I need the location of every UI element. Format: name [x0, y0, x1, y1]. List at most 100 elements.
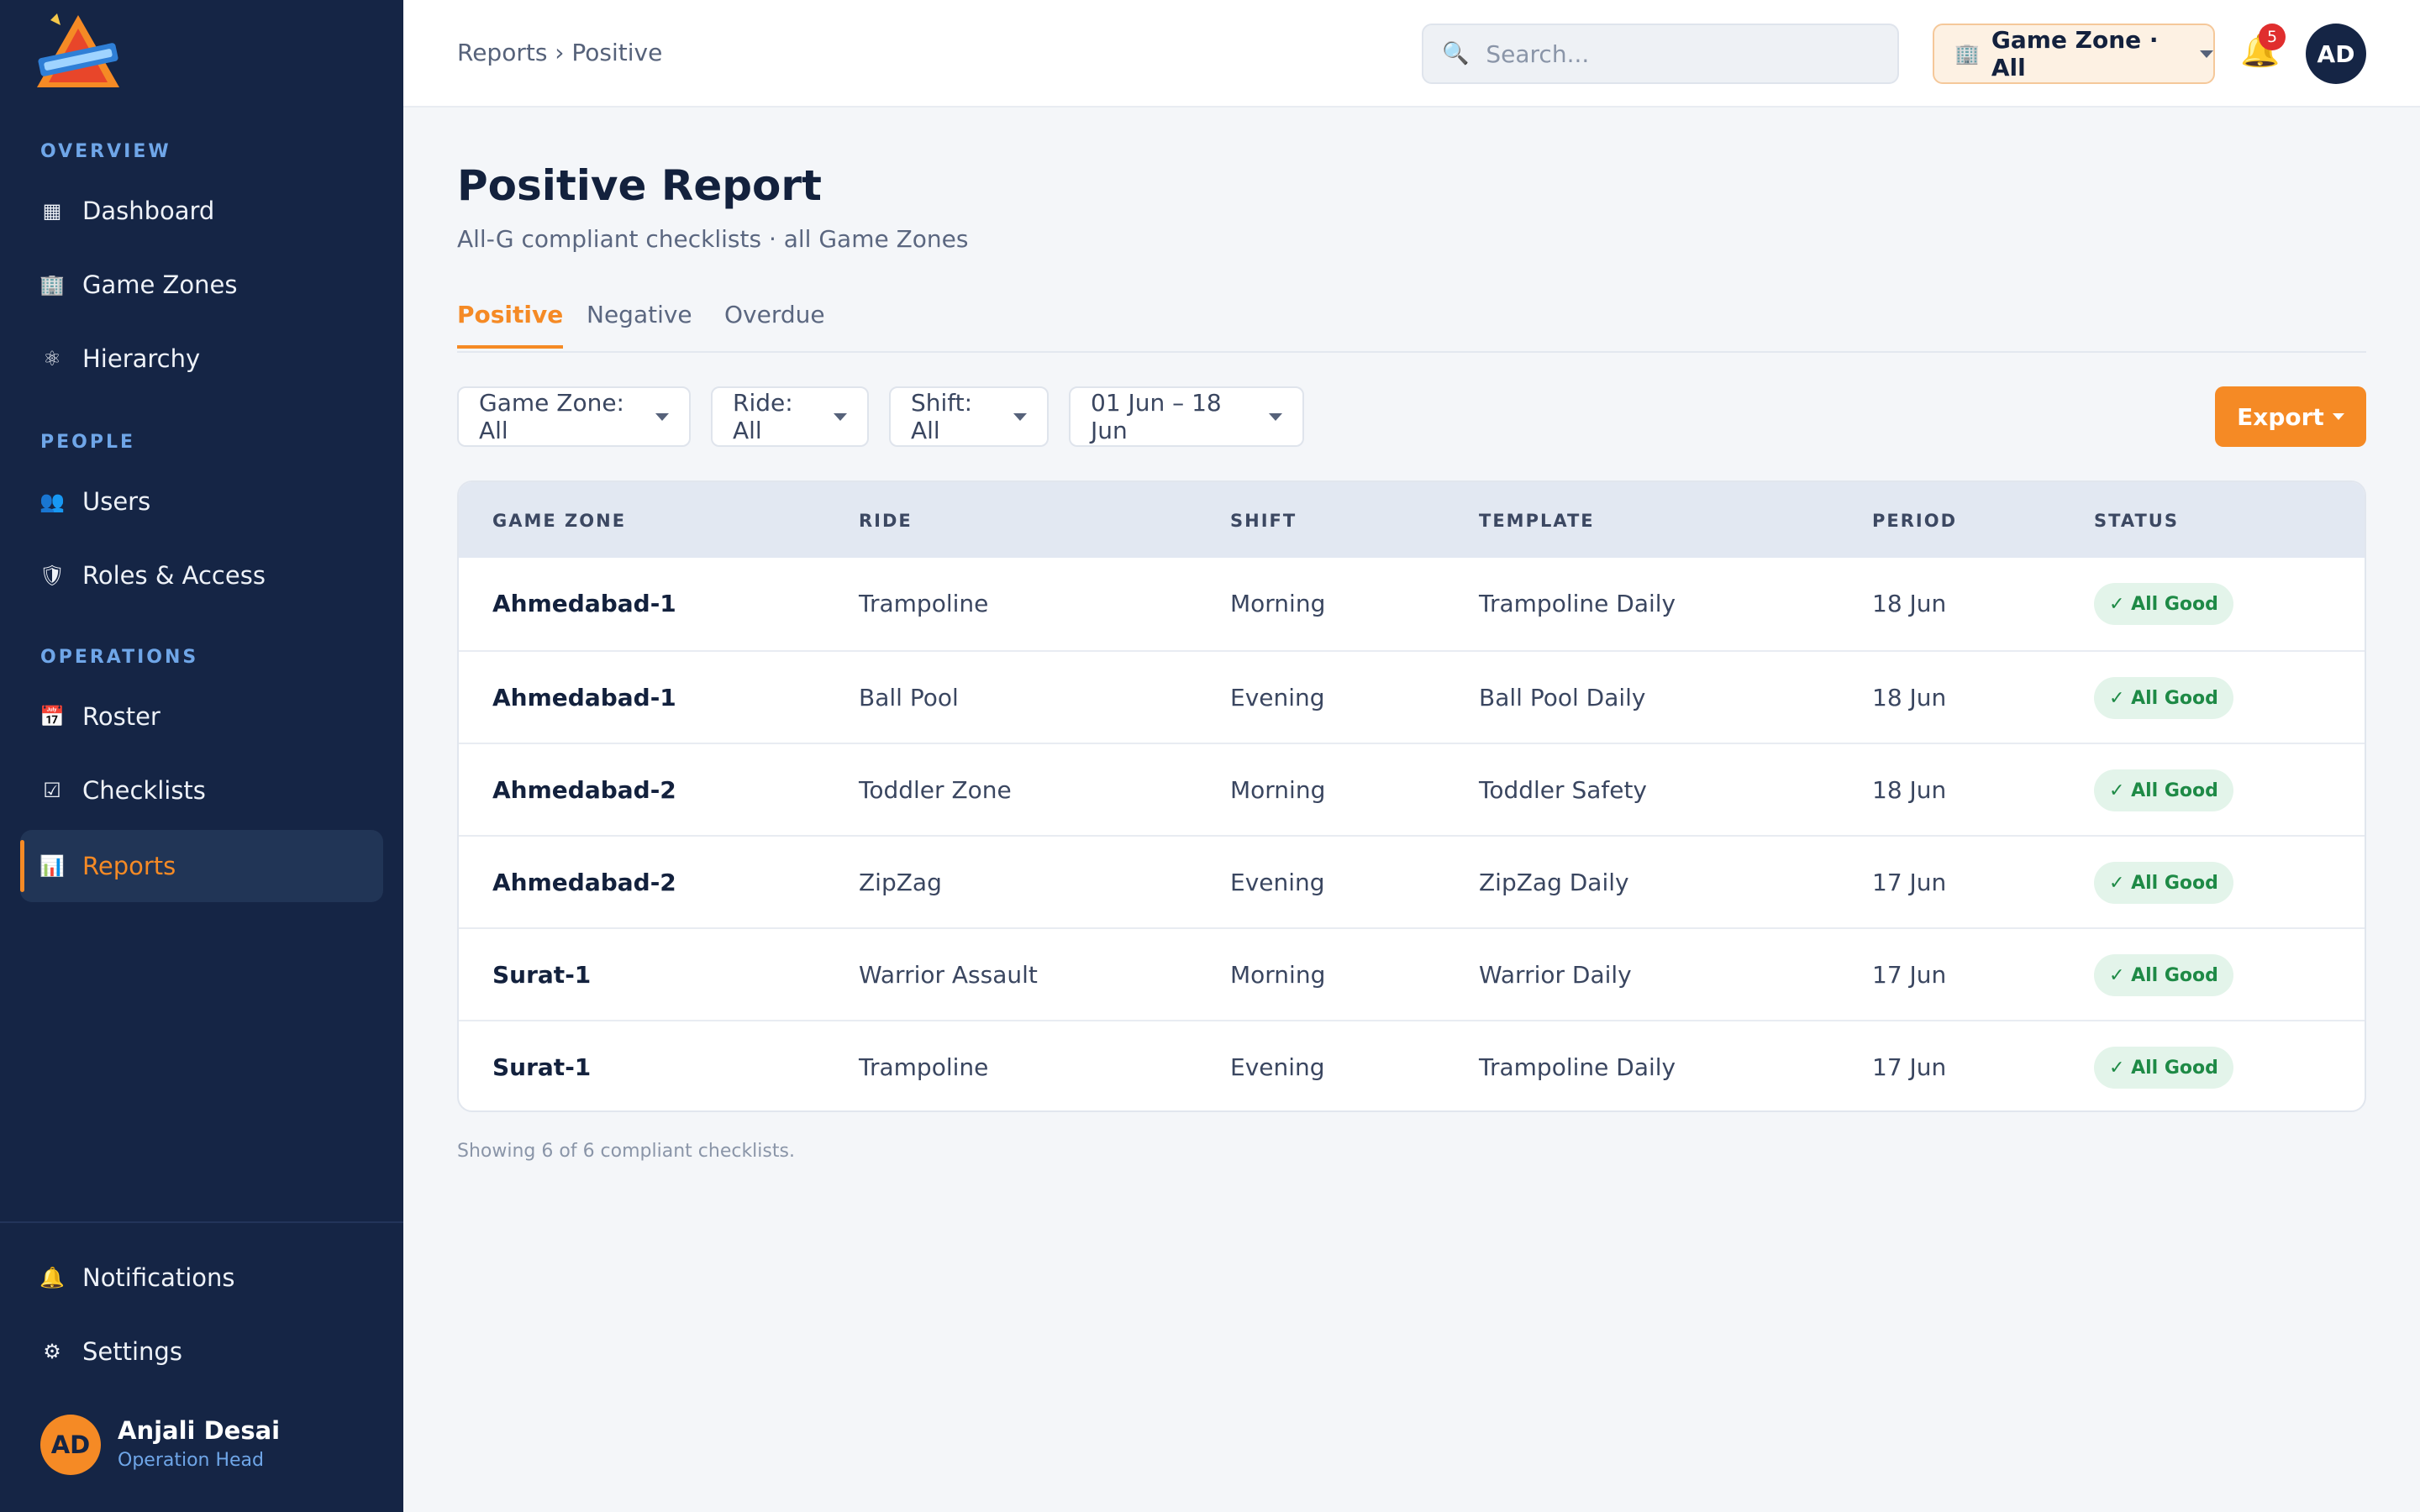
calendar-icon: 📅: [39, 705, 65, 728]
user-name: Anjali Desai: [118, 1416, 281, 1445]
table-row[interactable]: Ahmedabad-1 Ball Pool Evening Ball Pool …: [459, 650, 2365, 743]
shield-icon: 🛡: [39, 564, 66, 587]
table-header: GAME ZONE RIDE SHIFT TEMPLATE PERIOD STA…: [459, 482, 2365, 558]
cell-shift: Evening: [1230, 869, 1325, 896]
hierarchy-icon: ⚛: [43, 347, 61, 370]
bell-icon: 🔔: [39, 1266, 65, 1289]
status-badge: ✓ All Good: [2094, 954, 2233, 996]
cell-template: Warrior Daily: [1479, 961, 1632, 989]
column-header[interactable]: SHIFT: [1230, 511, 1297, 531]
sidebar-item-settings[interactable]: ⚙ Settings: [20, 1315, 383, 1388]
chevron-down-icon: [2332, 413, 2344, 420]
sidebar-item-dashboard[interactable]: ▦ Dashboard: [20, 175, 383, 247]
sidebar-item-label: Users: [82, 487, 151, 516]
cell-game-zone: Surat-1: [492, 961, 592, 989]
search-box[interactable]: 🔍: [1422, 24, 1899, 84]
chevron-down-icon: [834, 412, 847, 421]
table-footer-note: Showing 6 of 6 compliant checklists.: [457, 1141, 795, 1162]
cell-ride: Warrior Assault: [859, 961, 1038, 989]
section-title-people: PEOPLE: [40, 432, 136, 453]
tab-positive[interactable]: Positive: [457, 301, 564, 349]
status-badge: ✓ All Good: [2094, 1047, 2233, 1089]
sidebar-item-label: Game Zones: [82, 270, 238, 299]
sidebar-item-notifications[interactable]: 🔔 Notifications: [20, 1242, 383, 1314]
filter-shift[interactable]: Shift: All: [889, 386, 1049, 447]
filter-label: Shift: All: [911, 389, 973, 444]
cell-template: Ball Pool Daily: [1479, 684, 1646, 711]
game-zone-selector[interactable]: 🏢 Game Zone · All: [1933, 24, 2215, 84]
search-input[interactable]: [1486, 39, 1856, 68]
column-header[interactable]: GAME ZONE: [492, 511, 626, 531]
table-row[interactable]: Ahmedabad-2 ZipZag Evening ZipZag Daily …: [459, 835, 2365, 927]
column-header[interactable]: PERIOD: [1872, 511, 1957, 531]
gear-icon: ⚙: [43, 1340, 61, 1363]
cell-ride: Toddler Zone: [859, 776, 1012, 804]
cell-template: Toddler Safety: [1479, 776, 1648, 804]
filter-ride[interactable]: Ride: All: [711, 386, 869, 447]
table-row[interactable]: Ahmedabad-2 Toddler Zone Morning Toddler…: [459, 743, 2365, 835]
cell-period: 18 Jun: [1872, 684, 1947, 711]
avatar[interactable]: AD: [2306, 24, 2366, 84]
cell-game-zone: Ahmedabad-1: [492, 684, 676, 711]
sidebar-divider: [0, 1221, 403, 1223]
cell-period: 18 Jun: [1872, 590, 1947, 617]
cell-game-zone: Surat-1: [492, 1053, 592, 1081]
user-role: Operation Head: [118, 1450, 265, 1471]
dashboard-icon: ▦: [42, 199, 62, 223]
sidebar-item-label: Roster: [82, 702, 160, 731]
status-badge: ✓ All Good: [2094, 862, 2233, 904]
column-header[interactable]: STATUS: [2094, 511, 2179, 531]
export-button[interactable]: Export: [2215, 386, 2366, 447]
sidebar-item-roles-access[interactable]: 🛡 Roles & Access: [20, 539, 383, 612]
top-bar: Reports › Positive 🔍 🏢 Game Zone · All 🔔…: [403, 0, 2420, 108]
filter-label: Game Zone: All: [479, 389, 624, 444]
filter-label: Ride: All: [733, 389, 793, 444]
cell-shift: Morning: [1230, 776, 1326, 804]
table-row[interactable]: Surat-1 Trampoline Evening Trampoline Da…: [459, 1020, 2365, 1110]
chevron-down-icon: [2200, 50, 2213, 58]
chevron-down-icon: [655, 412, 669, 421]
column-header[interactable]: TEMPLATE: [1479, 511, 1595, 531]
cell-game-zone: Ahmedabad-1: [492, 590, 676, 617]
compliance-table: GAME ZONE RIDE SHIFT TEMPLATE PERIOD STA…: [457, 480, 2366, 1112]
chevron-down-icon: [1269, 412, 1282, 421]
sidebar-item-label: Dashboard: [82, 197, 215, 225]
page-subtitle: All-G compliant checklists · all Game Zo…: [457, 225, 969, 253]
sidebar-item-label: Notifications: [82, 1263, 235, 1292]
table-row[interactable]: Surat-1 Warrior Assault Morning Warrior …: [459, 927, 2365, 1020]
building-icon: 🏢: [39, 273, 65, 297]
notification-count-badge: 5: [2259, 24, 2286, 50]
checkbox-icon: ☑: [43, 779, 61, 802]
sidebar: OVERVIEW ▦ Dashboard 🏢 Game Zones ⚛ Hier…: [0, 0, 403, 1512]
status-badge: ✓ All Good: [2094, 583, 2233, 625]
cell-template: ZipZag Daily: [1479, 869, 1629, 896]
cell-template: Trampoline Daily: [1479, 1053, 1676, 1081]
sidebar-item-roster[interactable]: 📅 Roster: [20, 680, 383, 753]
sidebar-item-reports[interactable]: 📊 Reports: [20, 830, 383, 902]
cell-template: Trampoline Daily: [1479, 590, 1676, 617]
filter-date-range[interactable]: 01 Jun – 18 Jun: [1069, 386, 1304, 447]
breadcrumb[interactable]: Reports › Positive: [457, 39, 662, 66]
status-badge: ✓ All Good: [2094, 769, 2233, 811]
building-icon: 🏢: [1954, 42, 1980, 66]
sidebar-item-checklists[interactable]: ☑ Checklists: [20, 754, 383, 827]
sidebar-item-game-zones[interactable]: 🏢 Game Zones: [20, 249, 383, 321]
tab-overdue[interactable]: Overdue: [724, 301, 825, 345]
report-tabs: Positive Negative Overdue: [457, 296, 2366, 353]
cell-game-zone: Ahmedabad-2: [492, 869, 676, 896]
sidebar-item-users[interactable]: 👥 Users: [20, 465, 383, 538]
filter-game-zone[interactable]: Game Zone: All: [457, 386, 691, 447]
cell-period: 17 Jun: [1872, 961, 1947, 989]
export-label: Export: [2237, 402, 2324, 431]
sidebar-item-hierarchy[interactable]: ⚛ Hierarchy: [20, 323, 383, 395]
cell-shift: Morning: [1230, 590, 1326, 617]
column-header[interactable]: RIDE: [859, 511, 913, 531]
sidebar-item-label: Reports: [82, 852, 176, 880]
tab-negative[interactable]: Negative: [587, 301, 692, 345]
users-icon: 👥: [39, 490, 65, 513]
table-row[interactable]: Ahmedabad-1 Trampoline Morning Trampolin…: [459, 558, 2365, 650]
user-avatar[interactable]: AD: [40, 1415, 101, 1475]
brand-logo[interactable]: [32, 13, 124, 92]
cell-game-zone: Ahmedabad-2: [492, 776, 676, 804]
cell-period: 18 Jun: [1872, 776, 1947, 804]
